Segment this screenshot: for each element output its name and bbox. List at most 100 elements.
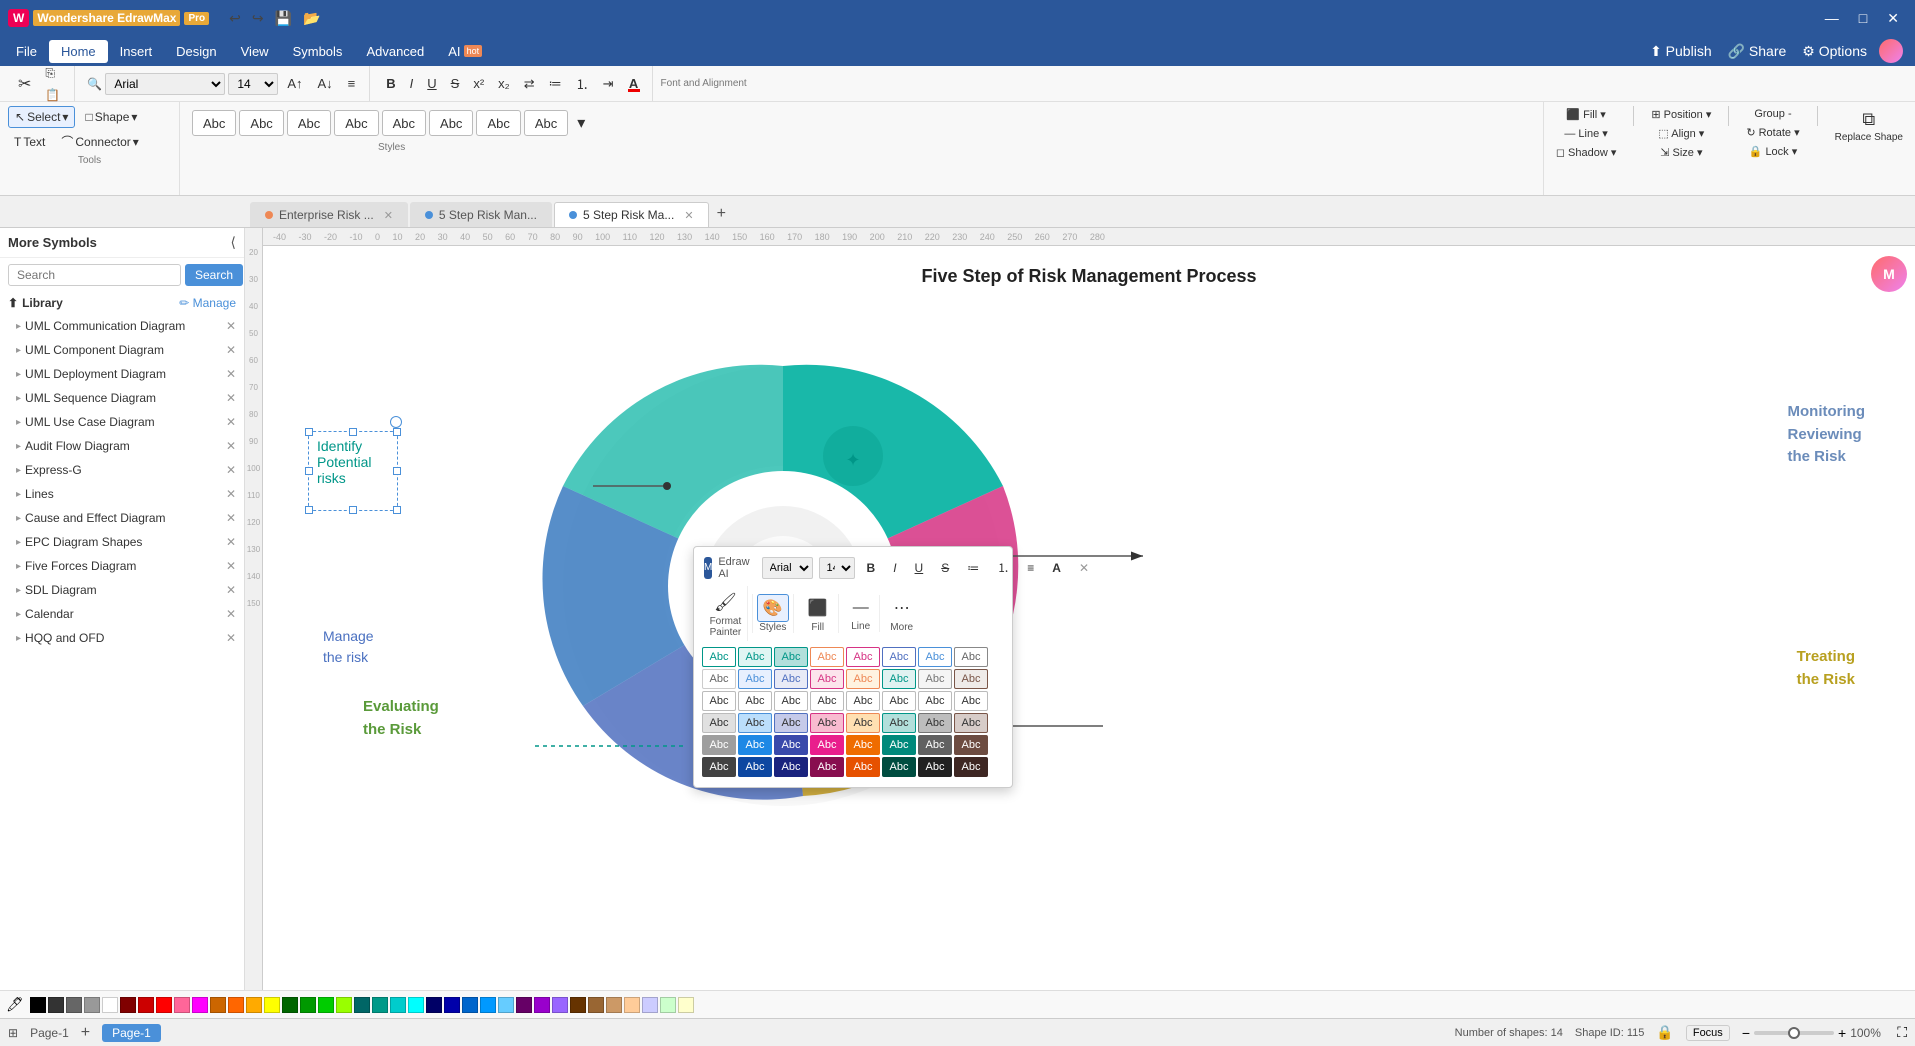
manage-button[interactable]: ✏ Manage (179, 296, 236, 310)
font-size-select[interactable]: 14 (228, 73, 278, 95)
color-pink[interactable] (174, 997, 190, 1013)
tab-5step-2[interactable]: 5 Step Risk Ma... ✕ (554, 202, 709, 227)
picker-more-btn[interactable]: ⋯ (888, 594, 916, 622)
menu-symbols[interactable]: Symbols (281, 40, 355, 63)
replace-shape-button[interactable]: ⧉ Replace Shape (1829, 106, 1909, 146)
close-button[interactable]: ✕ (1879, 8, 1907, 29)
sidebar-collapse-btn[interactable]: ⟨ (231, 234, 236, 251)
text-dir-button[interactable]: ⇄ (518, 74, 541, 94)
style-r2-c6[interactable]: Abc (882, 669, 916, 689)
resize-handle-tl[interactable] (305, 428, 313, 436)
lib-item-epc[interactable]: ▸ EPC Diagram Shapes ✕ (0, 530, 244, 554)
menu-design[interactable]: Design (164, 40, 228, 63)
style-r3-c3[interactable]: Abc (774, 691, 808, 711)
style-r2-c2[interactable]: Abc (738, 669, 772, 689)
user-avatar[interactable] (1879, 39, 1903, 63)
style-r3-c8[interactable]: Abc (954, 691, 988, 711)
style-abc-5[interactable]: Abc (382, 110, 426, 136)
lib-item-hqq[interactable]: ▸ HQQ and OFD ✕ (0, 626, 244, 650)
style-r1-c2[interactable]: Abc (738, 647, 772, 667)
underline-button[interactable]: U (421, 74, 442, 93)
color-orange[interactable] (228, 997, 244, 1013)
style-r4-c1[interactable]: Abc (702, 713, 736, 733)
select-button[interactable]: ↖ Select ▾ (8, 106, 75, 128)
ordered-list-button[interactable]: ⒈ (570, 72, 595, 95)
style-r6-c1[interactable]: Abc (702, 757, 736, 777)
size-button[interactable]: ⇲ Size ▾ (1654, 144, 1708, 161)
style-r2-c7[interactable]: Abc (918, 669, 952, 689)
styles-expand-btn[interactable]: ▾ (571, 110, 591, 136)
lib-item-lines[interactable]: ▸ Lines ✕ (0, 482, 244, 506)
tab-enterprise-risk[interactable]: Enterprise Risk ... ✕ (250, 202, 408, 227)
picker-styles-btn[interactable]: 🎨 (757, 594, 789, 622)
style-r3-c6[interactable]: Abc (882, 691, 916, 711)
color-teal[interactable] (372, 997, 388, 1013)
lock-button[interactable]: 🔒 Lock ▾ (1743, 143, 1804, 160)
strikethrough-button[interactable]: S (445, 74, 466, 93)
minimize-button[interactable]: — (1817, 8, 1847, 29)
font-color-button[interactable]: A (622, 74, 646, 94)
color-darkgray[interactable] (48, 997, 64, 1013)
style-r1-c7[interactable]: Abc (918, 647, 952, 667)
bold-button[interactable]: B (380, 74, 401, 93)
redo-button[interactable]: ↪ (248, 8, 268, 29)
toggle-panels-button[interactable]: ⊞ (8, 1026, 18, 1040)
color-cyan[interactable] (408, 997, 424, 1013)
fit-screen-button[interactable]: ⛶ (1897, 1024, 1907, 1041)
picker-italic[interactable]: I (887, 557, 902, 579)
zoom-thumb[interactable] (1788, 1027, 1800, 1039)
color-lavender[interactable] (642, 997, 658, 1013)
style-r4-c8[interactable]: Abc (954, 713, 988, 733)
lib-item-sdl[interactable]: ▸ SDL Diagram ✕ (0, 578, 244, 602)
color-navy[interactable] (426, 997, 442, 1013)
color-red-dark[interactable] (120, 997, 136, 1013)
style-r1-c4[interactable]: Abc (810, 647, 844, 667)
style-r5-c2[interactable]: Abc (738, 735, 772, 755)
text-button[interactable]: T Text (8, 132, 51, 152)
color-blue-bright[interactable] (480, 997, 496, 1013)
resize-handle-br[interactable] (393, 506, 401, 514)
lib-item-uml-comm-close[interactable]: ✕ (226, 319, 236, 333)
style-r5-c5[interactable]: Abc (846, 735, 880, 755)
lib-item-hqq-close[interactable]: ✕ (226, 631, 236, 645)
lib-item-uml-seq-close[interactable]: ✕ (226, 391, 236, 405)
color-sky[interactable] (498, 997, 514, 1013)
style-r5-c4[interactable]: Abc (810, 735, 844, 755)
lib-item-uml-comp[interactable]: ▸ UML Component Diagram ✕ (0, 338, 244, 362)
color-purple[interactable] (534, 997, 550, 1013)
style-r1-c5[interactable]: Abc (846, 647, 880, 667)
color-purple-dark[interactable] (516, 997, 532, 1013)
picker-size-select[interactable]: 14 (819, 557, 855, 579)
picker-olist[interactable]: ⒈ (991, 555, 1015, 580)
menu-view[interactable]: View (229, 40, 281, 63)
picker-strike[interactable]: S (935, 557, 955, 579)
lib-item-uml-deploy-close[interactable]: ✕ (226, 367, 236, 381)
tab-enterprise-close[interactable]: ✕ (384, 209, 393, 222)
color-violet[interactable] (552, 997, 568, 1013)
style-r6-c6[interactable]: Abc (882, 757, 916, 777)
style-r4-c4[interactable]: Abc (810, 713, 844, 733)
menu-home[interactable]: Home (49, 40, 108, 63)
menu-file[interactable]: File (4, 40, 49, 63)
color-green-dark[interactable] (282, 997, 298, 1013)
options-button[interactable]: ⚙ Options (1798, 41, 1871, 62)
resize-handle-bm[interactable] (349, 506, 357, 514)
color-gray[interactable] (66, 997, 82, 1013)
color-green[interactable] (300, 997, 316, 1013)
lib-item-cause-effect[interactable]: ▸ Cause and Effect Diagram ✕ (0, 506, 244, 530)
style-r6-c7[interactable]: Abc (918, 757, 952, 777)
picker-align[interactable]: ≡ (1021, 557, 1040, 579)
zoom-in-button[interactable]: + (1838, 1025, 1846, 1041)
style-r4-c3[interactable]: Abc (774, 713, 808, 733)
color-tan[interactable] (606, 997, 622, 1013)
style-r5-c8[interactable]: Abc (954, 735, 988, 755)
lib-item-uml-use[interactable]: ▸ UML Use Case Diagram ✕ (0, 410, 244, 434)
color-teal-dark[interactable] (354, 997, 370, 1013)
lib-item-calendar[interactable]: ▸ Calendar ✕ (0, 602, 244, 626)
indent-button[interactable]: ⇥ (597, 74, 620, 94)
picker-fill-btn[interactable]: ⬛ (802, 594, 834, 622)
style-abc-4[interactable]: Abc (334, 110, 378, 136)
align-button[interactable]: ≡ (342, 74, 362, 93)
color-brown[interactable] (588, 997, 604, 1013)
style-abc-6[interactable]: Abc (429, 110, 473, 136)
